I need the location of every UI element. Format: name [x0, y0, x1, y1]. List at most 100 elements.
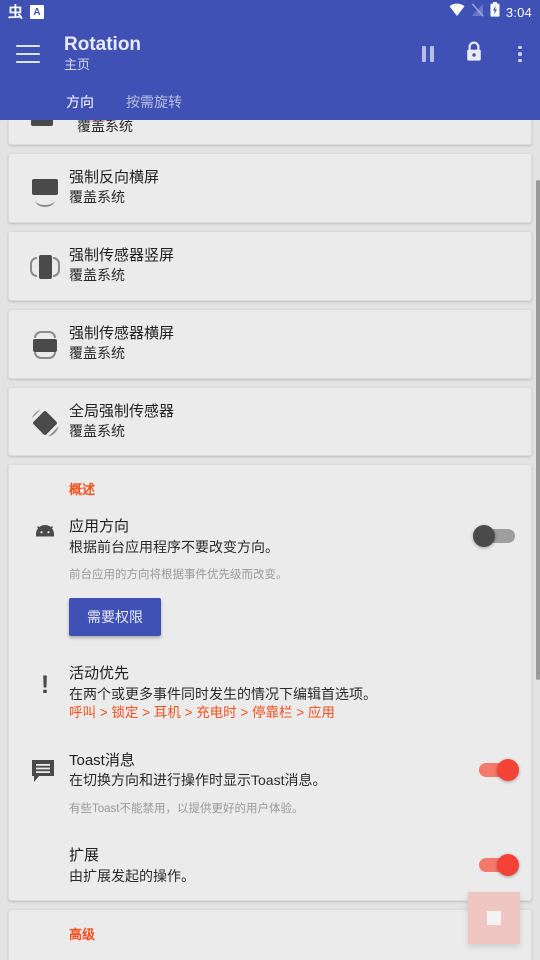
app-orientation-row[interactable]: 应用方向 根据前台应用程序不要改变方向。 前台应用的方向将根据事件优先级而改变。… — [9, 503, 531, 650]
activity-priority-row[interactable]: ! 活动优先 在两个或更多事件同时发生的情况下编辑首选项。 呼叫 > 锁定 > … — [9, 650, 531, 737]
list-item-card[interactable]: 全局强制传感器 覆盖系统 — [8, 386, 532, 457]
exclamation-icon: ! — [40, 670, 50, 699]
app-orientation-switch[interactable] — [473, 521, 519, 551]
app-orientation-subtitle: 根据前台应用程序不要改变方向。 — [69, 538, 279, 555]
list-item[interactable]: 全局强制传感器 覆盖系统 — [9, 388, 531, 456]
list-item[interactable]: 强制反向横屏 覆盖系统 — [9, 154, 531, 222]
clipped-list-item-card[interactable]: 覆盖系统 — [8, 120, 532, 145]
list-item-subtitle: 覆盖系统 — [69, 344, 125, 361]
android-icon — [30, 523, 60, 553]
row-text: 强制传感器横屏 覆盖系统 — [69, 324, 519, 364]
global-force-sensor-icon — [30, 408, 60, 438]
row-text: 活动优先 在两个或更多事件同时发生的情况下编辑首选项。 呼叫 > 锁定 > 耳机… — [69, 664, 519, 723]
battery-charging-icon — [490, 2, 500, 22]
list-item[interactable]: 强制传感器竖屏 覆盖系统 — [9, 232, 531, 300]
chat-bubble-icon — [30, 757, 60, 787]
advanced-card: 高级 锁定方向 — [8, 909, 532, 960]
row-icon-wrap — [21, 402, 69, 438]
row-text: Toast消息 在切换方向和进行操作时显示Toast消息。 有些Toast不能禁… — [69, 751, 473, 818]
row-text: 扩展 由扩展发起的操作。 — [69, 846, 473, 886]
row-icon-wrap — [21, 168, 69, 207]
app-orientation-title: 应用方向 — [69, 518, 130, 536]
activity-priority-title: 活动优先 — [69, 665, 130, 683]
app-screen: 虫 A 3:04 Rotation 主页 方向 按需旋转 覆盖系统 强制反向横屏… — [0, 0, 540, 960]
app-bar-main-row: Rotation 主页 — [0, 24, 540, 84]
toast-row[interactable]: Toast消息 在切换方向和进行操作时显示Toast消息。 有些Toast不能禁… — [9, 737, 531, 832]
row-icon-wrap — [21, 517, 69, 553]
row-text: 全局强制传感器 覆盖系统 — [69, 402, 519, 442]
activity-priority-chain: 呼叫 > 锁定 > 耳机 > 充电时 > 停靠栏 > 应用 — [69, 705, 335, 721]
force-sensor-landscape-icon — [30, 330, 60, 360]
list-item-title: 全局强制传感器 — [69, 402, 175, 420]
page-title: Rotation — [64, 34, 142, 56]
extension-title: 扩展 — [69, 847, 100, 865]
tab-rotate-on-demand[interactable]: 按需旋转 — [126, 92, 182, 112]
overview-card: 概述 应用方向 根据前台应用程序不要改变方向。 前台应用的方向将根据事件优先级而… — [8, 464, 532, 902]
list-item-card[interactable]: 强制传感器横屏 覆盖系统 — [8, 308, 532, 379]
extension-subtitle: 由扩展发起的操作。 — [69, 867, 195, 884]
stop-square-icon — [487, 911, 501, 925]
advanced-section-header: 高级 — [9, 910, 531, 948]
no-sim-icon — [471, 2, 484, 22]
section-title: 概述 — [69, 482, 96, 498]
row-icon-wrap — [21, 324, 69, 360]
list-item[interactable]: 强制传感器横屏 覆盖系统 — [9, 310, 531, 378]
row-text: 应用方向 根据前台应用程序不要改变方向。 前台应用的方向将根据事件优先级而改变。… — [69, 517, 473, 637]
row-text: 强制传感器竖屏 覆盖系统 — [69, 246, 519, 286]
list-item-card[interactable]: 强制反向横屏 覆盖系统 — [8, 153, 532, 223]
bug-icon: 虫 — [8, 3, 24, 21]
extension-row[interactable]: 扩展 由扩展发起的操作。 — [9, 832, 531, 900]
page-subtitle: 主页 — [64, 56, 91, 72]
toast-hint: 有些Toast不能禁用，以提供更好的用户体验。 — [69, 803, 304, 816]
app-bar-titles: Rotation 主页 — [64, 34, 141, 74]
row-icon-wrap — [21, 751, 69, 787]
force-landscape-icon — [31, 120, 53, 126]
list-item-title: 强制传感器横屏 — [69, 324, 175, 342]
status-bar-left-icons: 虫 A — [8, 3, 45, 21]
toast-subtitle: 在切换方向和进行操作时显示Toast消息。 — [69, 772, 327, 789]
overflow-menu-icon — [518, 45, 522, 63]
app-orientation-hint: 前台应用的方向将根据事件优先级而改变。 — [69, 569, 288, 582]
toast-switch[interactable] — [473, 755, 519, 785]
list-item-card[interactable]: 强制传感器竖屏 覆盖系统 — [8, 230, 532, 301]
force-reverse-landscape-icon — [30, 174, 60, 207]
activity-priority-subtitle: 在两个或更多事件同时发生的情况下编辑首选项。 — [69, 685, 377, 702]
list-item-subtitle: 覆盖系统 — [69, 189, 125, 206]
require-permission-button[interactable]: 需要权限 — [69, 598, 161, 637]
switch-thumb — [497, 854, 519, 877]
list-item-title: 强制传感器竖屏 — [69, 246, 175, 264]
status-bar-clock: 3:04 — [505, 4, 532, 20]
list-item-title: 强制反向横屏 — [69, 169, 160, 186]
row-text: 强制反向横屏 覆盖系统 — [69, 168, 519, 208]
row-icon-wrap — [21, 246, 69, 282]
extension-switch[interactable] — [473, 850, 519, 880]
floating-action-button[interactable] — [468, 892, 520, 944]
tab-bar: 方向 按需旋转 — [0, 84, 540, 120]
switch-thumb — [497, 759, 519, 782]
pause-button[interactable] — [416, 42, 440, 66]
a-badge-icon: A — [30, 5, 45, 19]
switch-thumb — [473, 525, 495, 548]
app-bar-actions — [416, 24, 532, 84]
overflow-menu-button[interactable] — [508, 42, 532, 66]
status-bar: 虫 A 3:04 — [0, 0, 540, 24]
app-bar: Rotation 主页 方向 按需旋转 — [0, 24, 540, 120]
clipped-row[interactable]: 覆盖系统 — [9, 120, 531, 144]
lock-orientation-row[interactable]: 锁定方向 — [9, 948, 531, 960]
hamburger-menu-icon[interactable] — [16, 45, 40, 63]
wifi-icon — [449, 3, 465, 22]
clipped-row-subtitle: 覆盖系统 — [77, 120, 133, 134]
pause-icon — [422, 46, 434, 62]
tab-orientation[interactable]: 方向 — [66, 92, 94, 112]
list-item-subtitle: 覆盖系统 — [69, 422, 125, 439]
overview-section-header: 概述 — [9, 465, 531, 503]
vertical-scrollbar[interactable] — [536, 180, 540, 680]
section-title: 高级 — [69, 927, 96, 943]
lock-icon — [465, 41, 483, 67]
row-icon-wrap — [21, 846, 69, 852]
list-item-subtitle: 覆盖系统 — [69, 267, 125, 284]
scroll-content[interactable]: 覆盖系统 强制反向横屏 覆盖系统 强制传感器竖屏 覆盖系统 强制传感器横屏 覆盖… — [0, 120, 540, 960]
lock-button[interactable] — [462, 41, 486, 67]
status-bar-right-icons: 3:04 — [449, 2, 532, 22]
toast-title: Toast消息 — [69, 752, 135, 770]
